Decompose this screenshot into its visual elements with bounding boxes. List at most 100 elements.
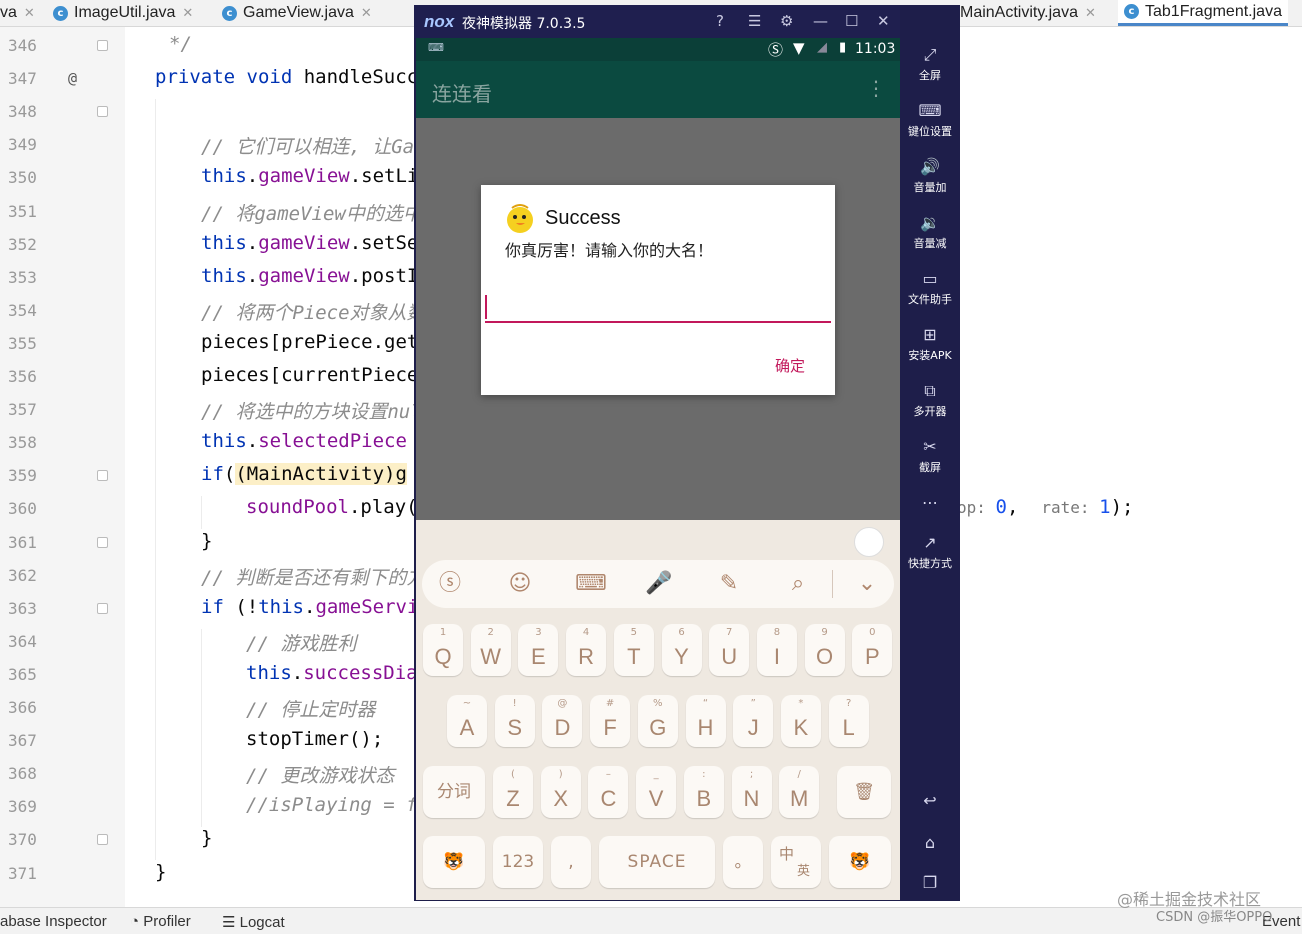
fold-icon[interactable]	[97, 40, 108, 51]
mascot-key[interactable]: 🐯	[423, 836, 485, 888]
tab-imageutil[interactable]: c ImageUtil.java ✕	[53, 0, 193, 26]
key-f[interactable]: # F	[590, 695, 631, 747]
sidebar-shortcut-button[interactable]: ↗ 快捷方式	[900, 533, 960, 571]
key-r[interactable]: 4R	[566, 624, 607, 676]
key-m[interactable]: / M	[779, 766, 820, 818]
line-number: 349	[8, 135, 37, 155]
key-h[interactable]: “H	[685, 695, 726, 747]
recent-apps-icon[interactable]: ❐	[900, 873, 960, 892]
database-inspector-button[interactable]: abase Inspector	[0, 913, 107, 930]
key-a[interactable]: ~ A	[447, 695, 487, 747]
key-z[interactable]: (Z	[493, 766, 533, 818]
comma-key[interactable]: ,	[551, 836, 591, 888]
fold-icon[interactable]	[97, 834, 108, 846]
sidebar-more-button[interactable]: ⋯	[900, 493, 960, 515]
key-g[interactable]: % G	[637, 695, 678, 747]
fold-icon[interactable]	[97, 106, 108, 118]
code-line: this.gameView.setSe	[201, 231, 419, 254]
fold-icon[interactable]	[97, 602, 108, 614]
key-n[interactable]: ; N	[731, 766, 772, 818]
home-icon[interactable]: ⌂	[900, 833, 960, 852]
close-icon[interactable]: ✕	[1085, 5, 1096, 21]
more-icon: ⋯	[922, 493, 938, 512]
key-x[interactable]: ) X	[540, 766, 581, 818]
handwriting-icon[interactable]: ✎	[715, 570, 743, 598]
period-key[interactable]: 。	[723, 836, 763, 888]
overflow-menu-icon[interactable]: ⋮	[866, 76, 886, 100]
fenci-key[interactable]: 分词	[423, 766, 485, 818]
keyboard-layout-icon[interactable]: ⌨	[575, 570, 607, 598]
space-key[interactable]: SPACE	[599, 836, 715, 888]
profiler-button[interactable]: ◔ Profiler	[130, 913, 191, 930]
key-s[interactable]: ! S	[494, 695, 535, 747]
keyboard-notification-icon: ⌨	[428, 41, 444, 54]
emulator-title: 夜神模拟器 7.0.3.5	[462, 16, 586, 32]
settings-icon[interactable]: ⚙	[780, 12, 793, 30]
close-icon[interactable]: ✕	[24, 5, 35, 21]
menu-icon[interactable]: ☰	[748, 12, 761, 30]
maximize-icon[interactable]: ☐	[845, 12, 858, 30]
emoji-icon[interactable]: ☺	[506, 570, 534, 598]
tab-gameview[interactable]: c GameView.java ✕	[222, 0, 372, 26]
language-switch-key[interactable]: 中 英	[771, 836, 821, 888]
line-number: 347	[8, 69, 37, 89]
key-q[interactable]: 1Q	[423, 624, 463, 676]
help-icon[interactable]: ?	[716, 12, 724, 30]
fullscreen-icon: ⤢	[923, 45, 937, 64]
sidebar-volume-down-button[interactable]: 🔉 音量减	[900, 213, 960, 251]
emulator-sidebar: ⤢ 全屏 ⌨ 键位设置 🔊 音量加 🔉 音量减 ▭ 文件助手 ⊞ 安装APK ⧉ 多开器 ✂ 截屏 ⋯ ↗ 快捷方式…	[900, 5, 960, 901]
fold-icon[interactable]	[97, 536, 108, 548]
key-i[interactable]: 8I	[756, 624, 797, 676]
line-number: 365	[8, 664, 37, 684]
chevron-down-icon[interactable]: ⌄	[853, 570, 881, 598]
minimize-icon[interactable]: —	[813, 12, 828, 30]
key-u[interactable]: 7U	[709, 624, 750, 676]
override-marker-icon[interactable]: @	[68, 69, 77, 87]
code-line: // 将选中的方块设置nul	[201, 401, 422, 424]
key-p[interactable]: 0P	[852, 624, 893, 676]
sidebar-apk-button[interactable]: ⊞ 安装APK	[900, 325, 960, 363]
code-line: // 停止定时器	[246, 699, 376, 721]
search-icon[interactable]: ⌕	[784, 570, 812, 598]
back-icon[interactable]: ↩	[900, 791, 960, 810]
close-icon[interactable]: ✕	[182, 5, 193, 21]
keyboard-icon: ⌨	[918, 101, 942, 120]
ok-button[interactable]: 确定	[775, 355, 805, 376]
delete-key[interactable]: 🗑	[837, 766, 891, 818]
sidebar-file-button[interactable]: ▭ 文件助手	[900, 269, 960, 307]
logcat-button[interactable]: ☰ Logcat	[222, 913, 285, 931]
sidebar-volume-up-button[interactable]: 🔊 音量加	[900, 157, 960, 195]
key-o[interactable]: 9O	[804, 624, 845, 676]
name-input[interactable]	[485, 293, 831, 323]
line-number: 361	[8, 532, 37, 552]
fold-icon[interactable]	[97, 470, 108, 482]
key-b[interactable]: :B	[683, 766, 724, 818]
line-number: 371	[8, 863, 37, 883]
key-l[interactable]: ? L	[828, 695, 869, 747]
key-v[interactable]: _ V	[636, 766, 677, 818]
sidebar-scissors-button[interactable]: ✂ 截屏	[900, 437, 960, 475]
key-y[interactable]: 6Y	[661, 624, 702, 676]
mascot-icon[interactable]	[854, 527, 884, 557]
line-number-gutter: 346 347 348 349 350 351 352 353 354 355 356 357 358 3…	[0, 27, 125, 907]
sidebar-keyboard-button[interactable]: ⌨ 键位设置	[900, 101, 960, 139]
key-t[interactable]: 5T	[613, 624, 654, 676]
key-d[interactable]: @ D	[542, 695, 583, 747]
close-icon[interactable]: ✕	[361, 5, 372, 21]
sogou-logo-icon[interactable]: ⓢ	[436, 570, 464, 598]
code-line: }	[201, 529, 213, 552]
tab-mainactivity[interactable]: MainActivity.java ✕	[960, 0, 1096, 26]
key-k[interactable]: * K	[780, 695, 821, 747]
key-w[interactable]: 2W	[470, 624, 511, 676]
key-c[interactable]: – C	[588, 766, 629, 818]
key-e[interactable]: 3E	[518, 624, 559, 676]
tab-tab1fragment[interactable]: c Tab1Fragment.java	[1118, 0, 1288, 26]
number-key[interactable]: 123	[493, 836, 543, 888]
microphone-icon[interactable]: 🎤	[645, 570, 673, 598]
key-j[interactable]: ” J	[733, 695, 774, 747]
tab-partial[interactable]: va ✕	[0, 0, 35, 26]
enter-key[interactable]: 🐯	[829, 836, 891, 888]
sidebar-multi-button[interactable]: ⧉ 多开器	[900, 381, 960, 419]
close-icon[interactable]: ✕	[877, 12, 890, 30]
sidebar-fullscreen-button[interactable]: ⤢ 全屏	[900, 45, 960, 83]
